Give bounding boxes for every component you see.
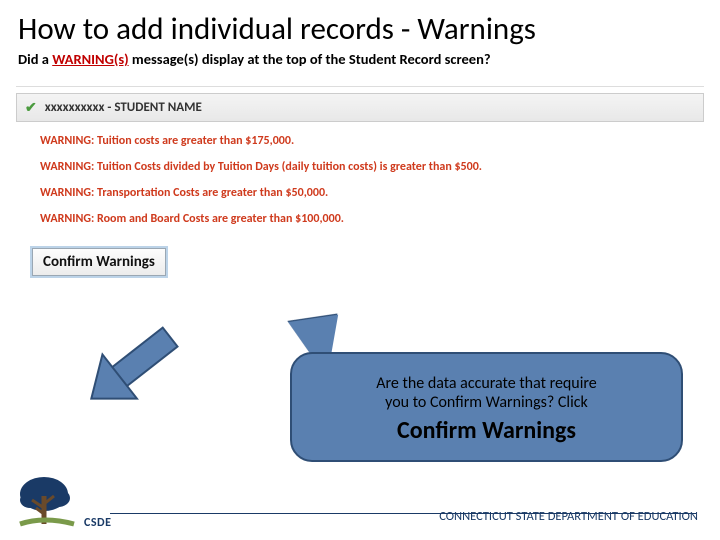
callout-bubble: Are the data accurate that require you t…	[290, 352, 683, 462]
footer: CSDE CONNECTICUT STATE DEPARTMENT OF EDU…	[0, 474, 720, 530]
warning-item: WARNING: Tuition Costs divided by Tuitio…	[40, 160, 696, 174]
student-header-bar: ✔ xxxxxxxxxx - STUDENT NAME	[16, 93, 704, 122]
callout-line1: Are the data accurate that require	[376, 374, 596, 393]
tree-icon	[14, 474, 80, 530]
arrow-icon	[70, 322, 200, 407]
subtitle: Did a WARNING(s) message(s) display at t…	[18, 50, 702, 68]
callout-line2: you to Confirm Warnings? Click	[385, 393, 588, 412]
student-name-label: xxxxxxxxxx - STUDENT NAME	[45, 100, 202, 115]
page-title: How to add individual records - Warnings	[18, 10, 702, 48]
subtitle-post: message(s) display at the top of the Stu…	[129, 50, 491, 68]
slide: How to add individual records - Warnings…	[0, 0, 720, 540]
logo-text: CSDE	[84, 516, 111, 530]
checkmark-icon: ✔	[25, 99, 37, 116]
footer-org-name: CONNECTICUT STATE DEPARTMENT OF EDUCATIO…	[439, 509, 698, 524]
warning-item: WARNING: Room and Board Costs are greate…	[40, 212, 696, 226]
callout-emphasis: Confirm Warnings	[397, 416, 576, 445]
csde-logo: CSDE	[14, 474, 111, 530]
confirm-warnings-button[interactable]: Confirm Warnings	[32, 248, 166, 276]
warning-list: WARNING: Tuition costs are greater than …	[16, 122, 704, 244]
subtitle-warning-word: WARNING(s)	[52, 50, 128, 68]
warning-item: WARNING: Transportation Costs are greate…	[40, 186, 696, 200]
student-record-panel: ✔ xxxxxxxxxx - STUDENT NAME WARNING: Tui…	[16, 86, 704, 276]
warning-item: WARNING: Tuition costs are greater than …	[40, 134, 696, 148]
subtitle-pre: Did a	[18, 50, 52, 68]
